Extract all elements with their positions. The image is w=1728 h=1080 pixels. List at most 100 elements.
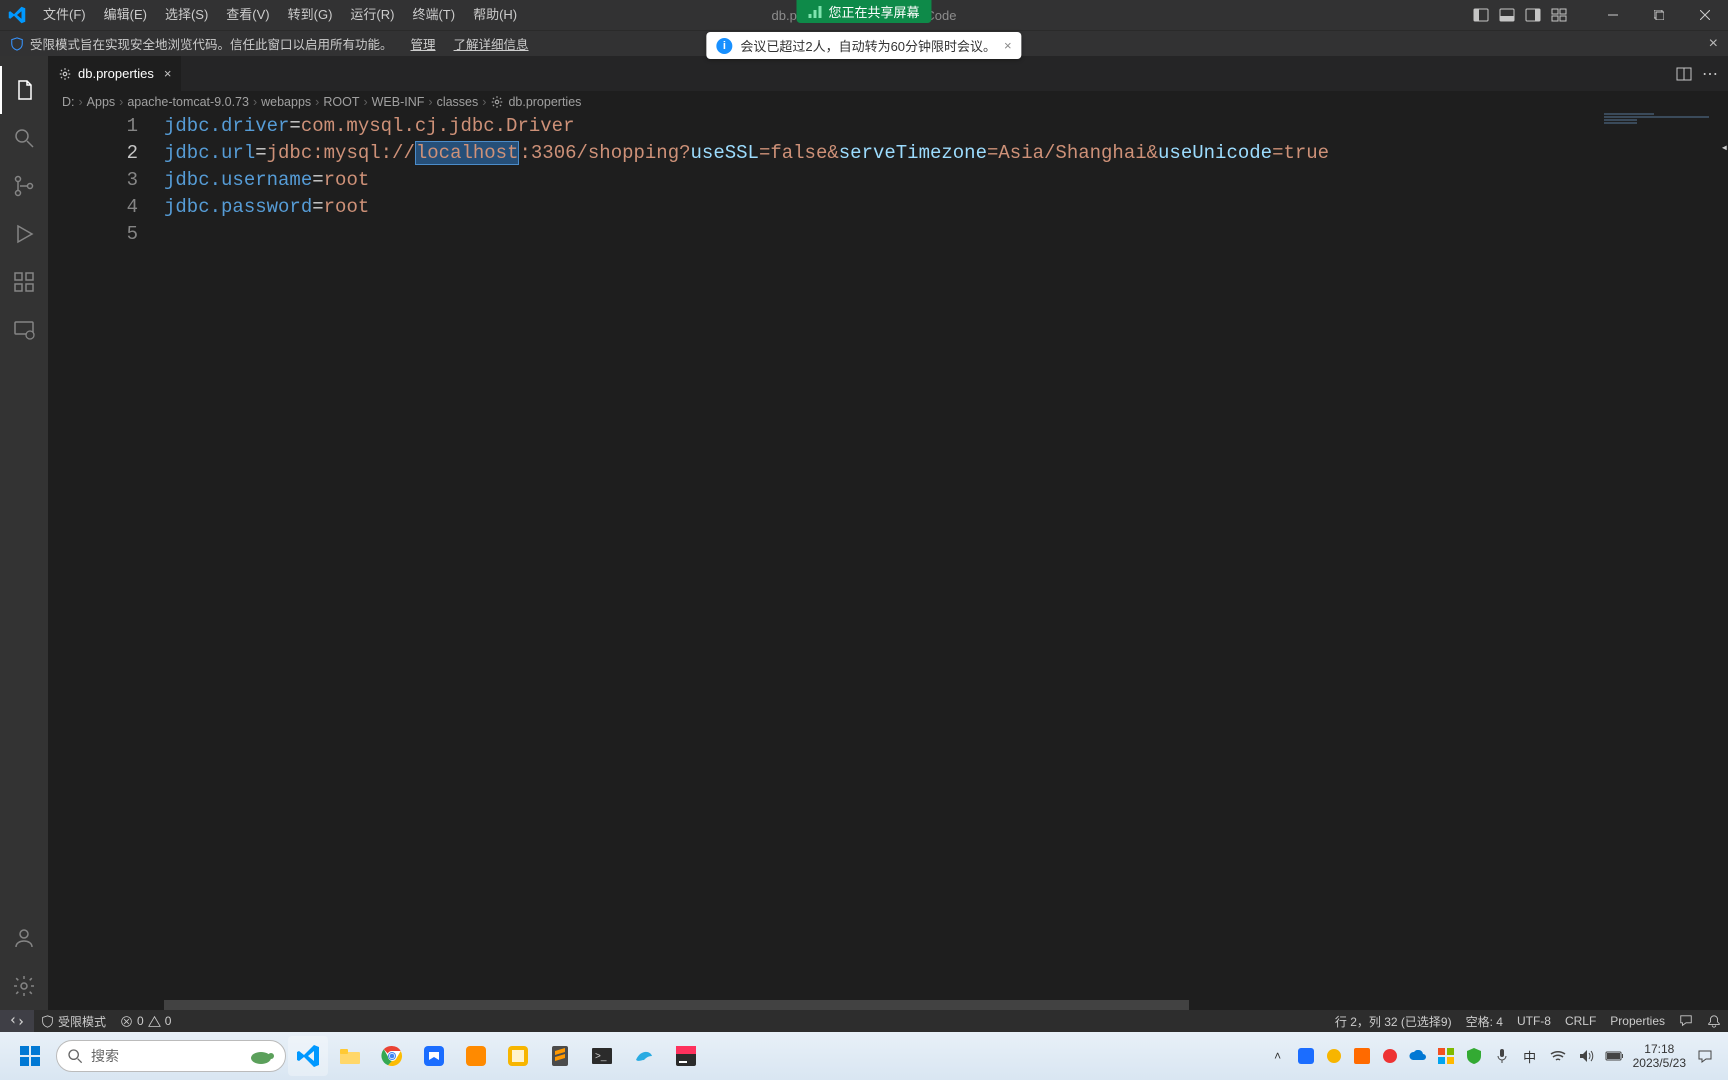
explorer-icon[interactable] (0, 66, 48, 114)
menu-view[interactable]: 查看(V) (217, 0, 278, 30)
remote-explorer-icon[interactable] (0, 306, 48, 354)
status-notifications-icon[interactable] (1700, 1013, 1728, 1030)
status-cursor-position[interactable]: 行 2，列 32 (已选择9) (1328, 1013, 1459, 1030)
code-editor[interactable]: 1 2 3 4 5 jdbc.driver=com.mysql.cj.jdbc.… (48, 113, 1728, 1010)
accounts-icon[interactable] (0, 914, 48, 962)
tab-label: db.properties (78, 66, 154, 81)
tray-wifi-icon[interactable] (1549, 1050, 1567, 1062)
tray-onedrive-icon[interactable] (1409, 1050, 1427, 1062)
menu-terminal[interactable]: 终端(T) (403, 0, 464, 30)
tray-app3-icon[interactable] (1353, 1048, 1371, 1064)
restricted-learn-more-link[interactable]: 了解详细信息 (454, 34, 529, 53)
taskbar-search[interactable]: 搜索 (56, 1040, 286, 1072)
menu-help[interactable]: 帮助(H) (464, 0, 526, 30)
taskbar-meeting[interactable] (414, 1036, 454, 1076)
vscode-logo-icon (0, 6, 34, 24)
screen-share-banner: 您正在共享屏幕 (796, 0, 931, 23)
settings-gear-icon[interactable] (0, 962, 48, 1010)
crumb[interactable]: Apps (87, 95, 116, 109)
status-problems[interactable]: 0 0 (113, 1014, 178, 1028)
crumb[interactable]: webapps (261, 95, 311, 109)
tray-mic-icon[interactable] (1493, 1048, 1511, 1064)
tray-app2-icon[interactable] (1325, 1048, 1343, 1064)
menu-edit[interactable]: 编辑(E) (95, 0, 156, 30)
shield-icon (10, 37, 24, 51)
taskbar-explorer[interactable] (330, 1036, 370, 1076)
tray-ime-label[interactable]: 中 (1521, 1047, 1539, 1066)
signal-icon (808, 6, 822, 18)
start-button[interactable] (6, 1036, 54, 1076)
status-language-mode[interactable]: Properties (1603, 1013, 1672, 1030)
overview-ruler[interactable]: ◂ (1714, 113, 1728, 1010)
tray-chevron-icon[interactable]: ˄ (1269, 1049, 1287, 1063)
taskbar-app-orange[interactable] (456, 1036, 496, 1076)
source-control-icon[interactable] (0, 162, 48, 210)
toggle-primary-sidebar-icon[interactable] (1470, 4, 1492, 26)
status-bar: 受限模式 0 0 行 2，列 32 (已选择9) 空格: 4 UTF-8 CRL… (0, 1010, 1728, 1032)
info-icon: i (716, 38, 732, 54)
window-close-button[interactable] (1682, 0, 1728, 30)
code-content[interactable]: jdbc.driver=com.mysql.cj.jdbc.Driverjdbc… (164, 113, 1728, 1010)
crumb[interactable]: WEB-INF (372, 95, 425, 109)
taskbar-app-yellow[interactable] (498, 1036, 538, 1076)
menu-selection[interactable]: 选择(S) (156, 0, 217, 30)
crumb[interactable]: classes (437, 95, 479, 109)
remote-indicator[interactable] (0, 1010, 34, 1032)
taskbar-terminal[interactable]: >_ (582, 1036, 622, 1076)
tray-volume-icon[interactable] (1577, 1049, 1595, 1063)
svg-text:>_: >_ (595, 1051, 607, 1062)
search-icon[interactable] (0, 114, 48, 162)
status-feedback-icon[interactable] (1672, 1013, 1700, 1030)
taskbar-dolphin[interactable] (624, 1036, 664, 1076)
collapse-minimap-icon[interactable]: ◂ (1721, 135, 1728, 162)
status-restricted-mode[interactable]: 受限模式 (34, 1013, 113, 1030)
customize-layout-icon[interactable] (1548, 4, 1570, 26)
menu-bar: 文件(F) 编辑(E) 选择(S) 查看(V) 转到(G) 运行(R) 终端(T… (34, 0, 526, 30)
status-encoding[interactable]: UTF-8 (1510, 1013, 1558, 1030)
more-actions-icon[interactable]: ⋯ (1702, 64, 1718, 84)
status-indentation[interactable]: 空格: 4 (1459, 1013, 1510, 1030)
restricted-manage-link[interactable]: 管理 (411, 34, 436, 53)
search-placeholder: 搜索 (91, 1046, 119, 1066)
taskbar-vscode[interactable] (288, 1036, 328, 1076)
meeting-notice-pill: i 会议已超过2人，自动转为60分钟限时会议。 × (706, 32, 1021, 59)
meeting-notice-close-button[interactable]: × (1004, 38, 1012, 53)
run-debug-icon[interactable] (0, 210, 48, 258)
crumb[interactable]: ROOT (323, 95, 359, 109)
scrollbar-thumb[interactable] (164, 1000, 1189, 1010)
taskbar-sublime[interactable] (540, 1036, 580, 1076)
taskbar-intellij[interactable] (666, 1036, 706, 1076)
restricted-close-button[interactable]: × (1709, 35, 1718, 53)
menu-file[interactable]: 文件(F) (34, 0, 95, 30)
crumb[interactable]: apache-tomcat-9.0.73 (127, 95, 249, 109)
tray-battery-icon[interactable] (1605, 1050, 1623, 1062)
tray-security-icon[interactable] (1465, 1048, 1483, 1064)
tray-notifications-icon[interactable] (1696, 1048, 1714, 1064)
toggle-panel-icon[interactable] (1496, 4, 1518, 26)
split-editor-icon[interactable] (1676, 66, 1692, 82)
window-maximize-button[interactable] (1636, 0, 1682, 30)
tab-db-properties[interactable]: db.properties × (48, 56, 182, 91)
tray-clock[interactable]: 17:18 2023/5/23 (1633, 1042, 1686, 1070)
tray-app4-icon[interactable] (1381, 1048, 1399, 1064)
minimap[interactable] (1604, 113, 1714, 1010)
tab-close-button[interactable]: × (164, 66, 172, 81)
tray-app1-icon[interactable] (1297, 1048, 1315, 1064)
horizontal-scrollbar[interactable] (164, 1000, 1608, 1010)
menu-run[interactable]: 运行(R) (341, 0, 403, 30)
meeting-notice-text: 会议已超过2人，自动转为60分钟限时会议。 (740, 36, 996, 55)
breadcrumb: D:› Apps› apache-tomcat-9.0.73› webapps›… (48, 91, 1728, 113)
extensions-icon[interactable] (0, 258, 48, 306)
taskbar-chrome[interactable] (372, 1036, 412, 1076)
restricted-text: 受限模式旨在实现安全地浏览代码。信任此窗口以启用所有功能。 (30, 34, 393, 53)
window-minimize-button[interactable] (1590, 0, 1636, 30)
tray-colorful-icon[interactable] (1437, 1048, 1455, 1064)
selected-text: localhost (415, 141, 520, 165)
activity-bar (0, 56, 48, 1010)
system-tray: ˄ 中 17:18 2023/5/23 (1269, 1042, 1722, 1070)
status-eol[interactable]: CRLF (1558, 1013, 1603, 1030)
menu-go[interactable]: 转到(G) (279, 0, 342, 30)
crumb[interactable]: D: (62, 95, 75, 109)
toggle-secondary-sidebar-icon[interactable] (1522, 4, 1544, 26)
crumb[interactable]: db.properties (508, 95, 581, 109)
